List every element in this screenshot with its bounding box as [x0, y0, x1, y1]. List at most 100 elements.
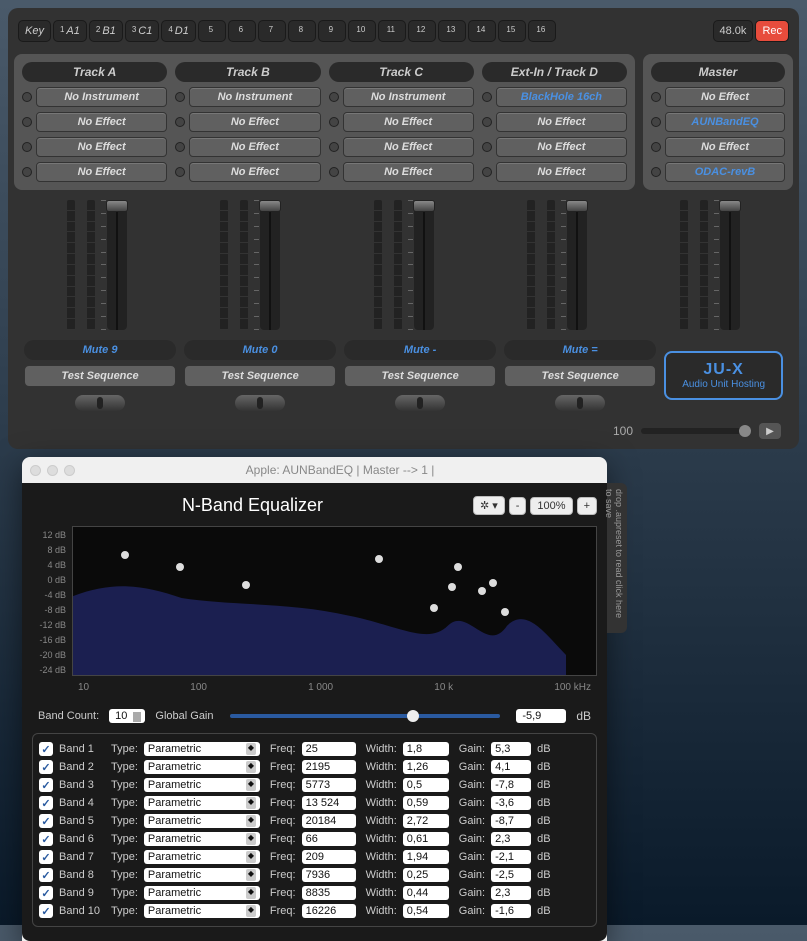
mute-a[interactable]: Mute 9: [24, 340, 176, 360]
pan-d[interactable]: [504, 395, 656, 411]
fader-3[interactable]: [567, 200, 587, 330]
playback-slider[interactable]: [641, 428, 751, 434]
fx-slot-0-2[interactable]: No Effect: [36, 162, 167, 182]
band-type-3[interactable]: Parametric◆: [144, 796, 260, 810]
fx-slot-2-1[interactable]: No Effect: [343, 137, 474, 157]
key-slot-12[interactable]: 12: [408, 20, 436, 42]
master-slot-1[interactable]: AUNBandEQ: [665, 112, 785, 132]
band-width-6[interactable]: 1,94: [403, 850, 449, 864]
eq-band-point[interactable]: [242, 581, 250, 589]
key-slot-15[interactable]: 15: [498, 20, 526, 42]
zoom-icon[interactable]: [64, 465, 75, 476]
key-slot-9[interactable]: 9: [318, 20, 346, 42]
instrument-slot-1[interactable]: No Instrument: [189, 87, 320, 107]
band-enable-4[interactable]: ✓: [39, 814, 53, 828]
sample-rate[interactable]: 48.0k: [713, 20, 754, 42]
band-width-1[interactable]: 1,26: [403, 760, 449, 774]
band-freq-1[interactable]: 2195: [302, 760, 356, 774]
eq-band-point[interactable]: [430, 604, 438, 612]
key-button[interactable]: Key: [18, 20, 51, 42]
record-button[interactable]: Rec: [755, 20, 789, 42]
fx-slot-3-2[interactable]: No Effect: [496, 162, 627, 182]
band-freq-8[interactable]: 8835: [302, 886, 356, 900]
band-width-7[interactable]: 0,25: [403, 868, 449, 882]
key-slot-7[interactable]: 7: [258, 20, 286, 42]
key-slot-14[interactable]: 14: [468, 20, 496, 42]
key-slot-8[interactable]: 8: [288, 20, 316, 42]
zoom-out-button[interactable]: -: [509, 497, 527, 515]
band-gain-6[interactable]: -2,1: [491, 850, 531, 864]
key-slot-4[interactable]: 4D1: [161, 20, 196, 42]
eq-band-point[interactable]: [489, 579, 497, 587]
mute-d[interactable]: Mute =: [504, 340, 656, 360]
close-icon[interactable]: [30, 465, 41, 476]
eq-band-point[interactable]: [448, 583, 456, 591]
band-gain-3[interactable]: -3,6: [491, 796, 531, 810]
band-enable-5[interactable]: ✓: [39, 832, 53, 846]
band-enable-6[interactable]: ✓: [39, 850, 53, 864]
band-gain-1[interactable]: 4,1: [491, 760, 531, 774]
band-type-9[interactable]: Parametric◆: [144, 904, 260, 918]
fader-0[interactable]: [107, 200, 127, 330]
master-slot-2[interactable]: No Effect: [665, 137, 785, 157]
band-type-7[interactable]: Parametric◆: [144, 868, 260, 882]
band-freq-2[interactable]: 5773: [302, 778, 356, 792]
mute-b[interactable]: Mute 0: [184, 340, 336, 360]
test-seq-d[interactable]: Test Sequence: [504, 365, 656, 387]
key-slot-10[interactable]: 10: [348, 20, 376, 42]
band-type-1[interactable]: Parametric◆: [144, 760, 260, 774]
master-slot-3[interactable]: ODAC-revB: [665, 162, 785, 182]
titlebar[interactable]: Apple: AUNBandEQ | Master --> 1 |: [22, 457, 607, 483]
band-type-4[interactable]: Parametric◆: [144, 814, 260, 828]
pan-c[interactable]: [344, 395, 496, 411]
eq-band-point[interactable]: [375, 555, 383, 563]
pan-a[interactable]: [24, 395, 176, 411]
band-count-select[interactable]: 10: [109, 709, 145, 723]
band-freq-7[interactable]: 7936: [302, 868, 356, 882]
band-gain-5[interactable]: 2,3: [491, 832, 531, 846]
band-enable-8[interactable]: ✓: [39, 886, 53, 900]
band-freq-6[interactable]: 209: [302, 850, 356, 864]
band-freq-4[interactable]: 20184: [302, 814, 356, 828]
band-width-3[interactable]: 0,59: [403, 796, 449, 810]
eq-band-point[interactable]: [176, 563, 184, 571]
fader-1[interactable]: [260, 200, 280, 330]
key-slot-5[interactable]: 5: [198, 20, 226, 42]
preset-drop-tab[interactable]: drop .aupreset to read click here to sav…: [607, 483, 627, 633]
band-freq-3[interactable]: 13 524: [302, 796, 356, 810]
band-gain-0[interactable]: 5,3: [491, 742, 531, 756]
play-button[interactable]: ▶: [759, 423, 781, 439]
band-gain-7[interactable]: -2,5: [491, 868, 531, 882]
instrument-slot-0[interactable]: No Instrument: [36, 87, 167, 107]
band-enable-7[interactable]: ✓: [39, 868, 53, 882]
fx-slot-3-1[interactable]: No Effect: [496, 137, 627, 157]
band-enable-2[interactable]: ✓: [39, 778, 53, 792]
global-gain-slider[interactable]: [230, 714, 501, 718]
fader-2[interactable]: [414, 200, 434, 330]
band-type-0[interactable]: Parametric◆: [144, 742, 260, 756]
logo-box[interactable]: JU‑X Audio Unit Hosting: [664, 351, 783, 400]
band-freq-9[interactable]: 16226: [302, 904, 356, 918]
band-width-9[interactable]: 0,54: [403, 904, 449, 918]
fx-slot-1-1[interactable]: No Effect: [189, 137, 320, 157]
key-slot-3[interactable]: 3C1: [125, 20, 160, 42]
band-freq-0[interactable]: 25: [302, 742, 356, 756]
fx-slot-1-0[interactable]: No Effect: [189, 112, 320, 132]
test-seq-b[interactable]: Test Sequence: [184, 365, 336, 387]
band-type-2[interactable]: Parametric◆: [144, 778, 260, 792]
test-seq-c[interactable]: Test Sequence: [344, 365, 496, 387]
gear-icon[interactable]: ✲ ▾: [473, 496, 505, 515]
zoom-in-button[interactable]: +: [577, 497, 597, 515]
fx-slot-1-2[interactable]: No Effect: [189, 162, 320, 182]
band-enable-1[interactable]: ✓: [39, 760, 53, 774]
eq-band-point[interactable]: [121, 551, 129, 559]
minimize-icon[interactable]: [47, 465, 58, 476]
band-width-4[interactable]: 2,72: [403, 814, 449, 828]
eq-band-point[interactable]: [478, 587, 486, 595]
global-gain-value[interactable]: -5,9: [516, 709, 566, 723]
instrument-slot-3[interactable]: BlackHole 16ch: [496, 87, 627, 107]
instrument-slot-2[interactable]: No Instrument: [343, 87, 474, 107]
fx-slot-0-1[interactable]: No Effect: [36, 137, 167, 157]
key-slot-11[interactable]: 11: [378, 20, 406, 42]
band-type-5[interactable]: Parametric◆: [144, 832, 260, 846]
